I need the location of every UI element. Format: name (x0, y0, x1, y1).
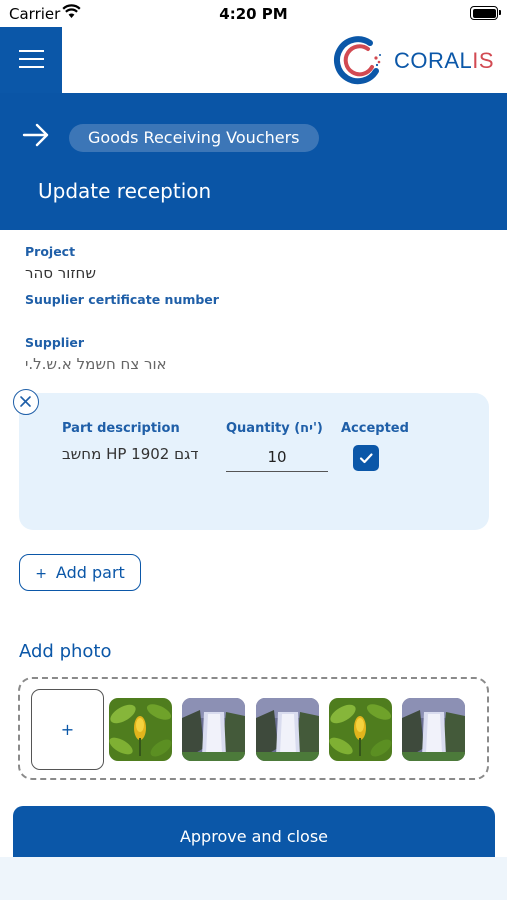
hamburger-icon-line (19, 58, 44, 60)
arrow-right-icon[interactable] (22, 123, 50, 147)
remove-part-button[interactable] (13, 389, 39, 415)
approve-and-close-button[interactable]: Approve and close (13, 806, 495, 861)
photo-thumbnail-waterfall[interactable] (256, 698, 319, 761)
plus-icon: + (35, 566, 47, 582)
supplier-value: אור צח חשמל א.ש.ל.י (25, 355, 167, 373)
part-description-label: Part description (62, 421, 180, 436)
logo-text-accent: IS (472, 48, 495, 73)
coralis-logo: CORALIS (332, 34, 494, 86)
logo-mark-icon (334, 36, 381, 85)
top-bar: CORALIS (0, 27, 507, 93)
close-icon (20, 396, 31, 407)
part-description-value: מחשב HP דגם 1902 (62, 445, 199, 463)
waterfall-photo-icon (256, 698, 319, 761)
logo-text: CORALIS (394, 48, 494, 74)
waterfall-photo-icon (402, 698, 465, 761)
add-photo-button[interactable]: + (31, 689, 104, 770)
photo-thumbnail-waterfall[interactable] (182, 698, 245, 761)
quantity-input[interactable] (226, 442, 328, 472)
flower-photo-icon (109, 698, 172, 761)
plus-icon: + (60, 720, 75, 739)
bottom-safe-area (0, 857, 507, 900)
page-title: Update reception (38, 179, 212, 203)
clock: 4:20 PM (219, 5, 288, 23)
logo-text-main: CORAL (394, 48, 473, 73)
flower-photo-icon (329, 698, 392, 761)
breadcrumb-chip[interactable]: Goods Receiving Vouchers (69, 124, 319, 152)
menu-button[interactable] (0, 27, 62, 93)
supplier-certificate-label: Suuplier certificate number (25, 292, 219, 307)
supplier-label: Supplier (25, 335, 85, 350)
accepted-checkbox[interactable] (353, 445, 379, 471)
add-photo-title: Add photo (19, 641, 112, 662)
photo-thumbnail-flower[interactable] (109, 698, 172, 761)
project-value: שחזור סהר (25, 264, 96, 282)
checkmark-icon (359, 453, 373, 464)
hamburger-icon-line (19, 66, 44, 68)
part-card: Part description Quantity (יח') Accepted… (19, 393, 489, 530)
add-part-label: Add part (55, 563, 125, 582)
photo-thumbnail-waterfall[interactable] (402, 698, 465, 761)
photo-thumbnail-flower[interactable] (329, 698, 392, 761)
status-bar: Carrier 4:20 PM (0, 0, 507, 27)
waterfall-photo-icon (182, 698, 245, 761)
accepted-label: Accepted (341, 421, 409, 436)
add-part-button[interactable]: + Add part (19, 554, 141, 591)
page-header: Goods Receiving Vouchers Update receptio… (0, 93, 507, 230)
hamburger-icon (19, 50, 44, 52)
battery-icon (470, 6, 501, 20)
quantity-label: Quantity (יח') (226, 421, 323, 436)
project-label: Project (25, 244, 76, 259)
